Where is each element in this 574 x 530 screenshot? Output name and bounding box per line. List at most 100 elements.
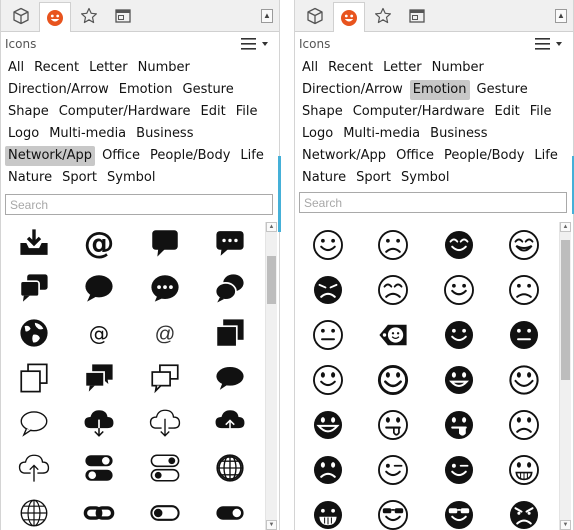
- scroll-down-arrow[interactable]: ▼: [266, 520, 277, 530]
- icon-cell[interactable]: [295, 357, 361, 402]
- category-people-body[interactable]: People/Body: [147, 146, 233, 166]
- category-life[interactable]: Life: [237, 146, 266, 166]
- icon-cell[interactable]: [492, 492, 558, 530]
- category-logo[interactable]: Logo: [5, 124, 42, 144]
- category-all[interactable]: All: [5, 58, 27, 78]
- category-people-body[interactable]: People/Body: [441, 146, 527, 166]
- icon-cell[interactable]: [361, 267, 427, 312]
- scroll-down-arrow[interactable]: ▼: [560, 520, 571, 530]
- category-file[interactable]: File: [233, 102, 261, 122]
- icon-cell[interactable]: [67, 355, 133, 400]
- category-sport[interactable]: Sport: [353, 168, 394, 188]
- tab-icons[interactable]: [333, 2, 365, 32]
- icon-cell[interactable]: [1, 355, 67, 400]
- category-computer-hardware[interactable]: Computer/Hardware: [56, 102, 194, 122]
- category-nature[interactable]: Nature: [5, 168, 55, 188]
- tab-3d-cube[interactable]: [299, 2, 331, 30]
- icon-cell[interactable]: [132, 490, 198, 530]
- icon-cell[interactable]: [295, 267, 361, 312]
- icon-cell[interactable]: [198, 355, 264, 400]
- scroll-up-arrow[interactable]: ▲: [266, 222, 277, 232]
- icon-cell[interactable]: [1, 265, 67, 310]
- category-office[interactable]: Office: [99, 146, 143, 166]
- icon-cell[interactable]: @: [67, 220, 133, 265]
- category-symbol[interactable]: Symbol: [104, 168, 158, 188]
- icon-cell[interactable]: [492, 222, 558, 267]
- icon-cell[interactable]: [198, 400, 264, 445]
- category-computer-hardware[interactable]: Computer/Hardware: [350, 102, 488, 122]
- search-input[interactable]: [5, 194, 273, 215]
- scrollbar[interactable]: ▲ ▼: [559, 222, 571, 530]
- category-edit[interactable]: Edit: [492, 102, 523, 122]
- category-all[interactable]: All: [299, 58, 321, 78]
- icon-cell[interactable]: @: [132, 310, 198, 355]
- icon-cell[interactable]: [198, 445, 264, 490]
- tab-window[interactable]: [401, 2, 433, 30]
- icon-cell[interactable]: [361, 357, 427, 402]
- icon-cell[interactable]: [132, 445, 198, 490]
- category-number[interactable]: Number: [429, 58, 487, 78]
- icon-cell[interactable]: [295, 492, 361, 530]
- icon-cell[interactable]: [295, 222, 361, 267]
- menu-button[interactable]: [241, 36, 271, 52]
- tab-window[interactable]: [107, 2, 139, 30]
- icon-cell[interactable]: [198, 490, 264, 530]
- scroll-up-arrow[interactable]: ▲: [560, 222, 571, 232]
- icon-cell[interactable]: [361, 447, 427, 492]
- icon-cell[interactable]: [132, 355, 198, 400]
- menu-button[interactable]: [535, 36, 565, 52]
- icon-cell[interactable]: [198, 310, 264, 355]
- category-symbol[interactable]: Symbol: [398, 168, 452, 188]
- scroll-thumb[interactable]: [267, 256, 276, 304]
- category-shape[interactable]: Shape: [5, 102, 52, 122]
- icon-cell[interactable]: [492, 312, 558, 357]
- icon-cell[interactable]: [295, 312, 361, 357]
- icon-cell[interactable]: [492, 402, 558, 447]
- icon-cell[interactable]: [426, 447, 492, 492]
- search-input[interactable]: [299, 192, 567, 213]
- icon-cell[interactable]: [132, 220, 198, 265]
- icon-cell[interactable]: [1, 220, 67, 265]
- icon-cell[interactable]: [361, 312, 427, 357]
- icon-cell[interactable]: [295, 402, 361, 447]
- collapse-button[interactable]: ▲: [555, 9, 567, 23]
- icon-cell[interactable]: [67, 265, 133, 310]
- category-network-app[interactable]: Network/App: [299, 146, 389, 166]
- icon-cell[interactable]: [361, 222, 427, 267]
- icon-cell[interactable]: [198, 265, 264, 310]
- category-direction-arrow[interactable]: Direction/Arrow: [299, 80, 406, 100]
- category-direction-arrow[interactable]: Direction/Arrow: [5, 80, 112, 100]
- icon-cell[interactable]: [426, 492, 492, 530]
- icon-cell[interactable]: [426, 402, 492, 447]
- category-life[interactable]: Life: [531, 146, 560, 166]
- icon-cell[interactable]: [361, 492, 427, 530]
- collapse-button[interactable]: ▲: [261, 9, 273, 23]
- icon-cell[interactable]: [1, 490, 67, 530]
- category-recent[interactable]: Recent: [31, 58, 82, 78]
- icon-cell[interactable]: [67, 490, 133, 530]
- tab-3d-cube[interactable]: [5, 2, 37, 30]
- icon-cell[interactable]: [132, 265, 198, 310]
- scroll-thumb[interactable]: [561, 240, 570, 380]
- category-gesture[interactable]: Gesture: [474, 80, 531, 100]
- icon-cell[interactable]: [492, 267, 558, 312]
- icon-cell[interactable]: [426, 222, 492, 267]
- category-emotion[interactable]: Emotion: [116, 80, 176, 100]
- icon-cell[interactable]: [426, 357, 492, 402]
- category-nature[interactable]: Nature: [299, 168, 349, 188]
- icon-cell[interactable]: [198, 220, 264, 265]
- icon-cell[interactable]: [67, 445, 133, 490]
- icon-cell[interactable]: [132, 400, 198, 445]
- icon-cell[interactable]: [295, 447, 361, 492]
- category-edit[interactable]: Edit: [198, 102, 229, 122]
- category-office[interactable]: Office: [393, 146, 437, 166]
- category-number[interactable]: Number: [135, 58, 193, 78]
- category-logo[interactable]: Logo: [299, 124, 336, 144]
- icon-cell[interactable]: [492, 357, 558, 402]
- category-recent[interactable]: Recent: [325, 58, 376, 78]
- tab-favorites[interactable]: [367, 2, 399, 30]
- category-emotion[interactable]: Emotion: [409, 80, 470, 100]
- icon-cell[interactable]: [1, 400, 67, 445]
- icon-cell[interactable]: [1, 445, 67, 490]
- icon-cell[interactable]: [426, 312, 492, 357]
